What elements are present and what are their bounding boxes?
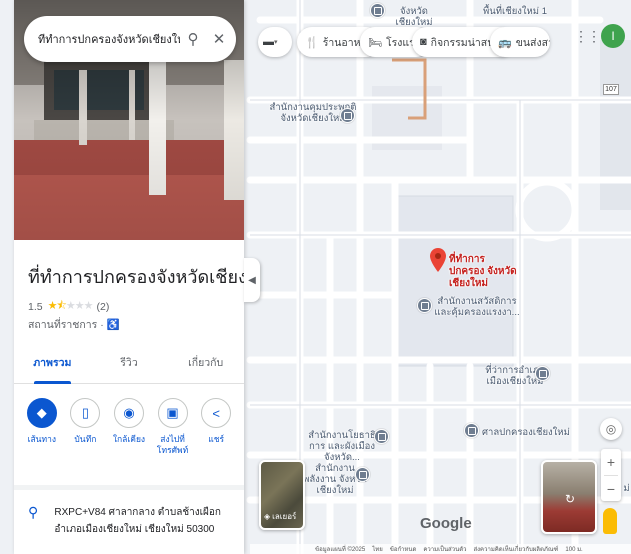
layers-icon: ◈ <box>264 512 271 521</box>
selected-place-pin-icon[interactable] <box>430 248 446 272</box>
collapse-panel-button[interactable]: ◀ <box>244 258 260 302</box>
government-poi-icon[interactable] <box>417 298 432 313</box>
layers-toggle-button[interactable]: ▬ ▾ <box>258 27 292 57</box>
map-footer: ข้อมูลแผนที่ ©2025 ไทย ข้อกำหนด ความเป็น… <box>250 544 631 554</box>
wheelchair-icon: ♿ <box>106 319 120 331</box>
chip-label: ขนส่งสา <box>515 36 550 49</box>
action-buttons: ◆ เส้นทาง ▯ บันทึก ◉ ใกล้เคียง ▣ ส่งไปที… <box>14 398 244 473</box>
street-view-thumbnail[interactable]: ↻ <box>541 460 597 534</box>
layers-label: ◈ เลเยอร์ <box>264 510 296 523</box>
search-icon: ⚲ <box>187 31 199 48</box>
bookmark-icon: ▯ <box>70 398 101 428</box>
road-number-badge: 107 <box>603 84 619 95</box>
camera-icon: ◙ <box>420 36 427 48</box>
share-button[interactable]: < แชร์ <box>194 398 238 473</box>
address-text: RXPC+V84 ศาลากลาง ตำบลช้างเผือก อำเภอเมื… <box>54 507 221 535</box>
my-location-icon: ◎ <box>605 422 617 436</box>
google-logo-text: Google <box>420 515 472 532</box>
share-icon: < <box>201 398 232 428</box>
map-label[interactable]: ศาลปกครองเชียงใหม่ <box>482 427 582 438</box>
layers-text: เลเยอร์ <box>272 512 297 521</box>
zoom-out-button[interactable]: − <box>604 475 618 501</box>
action-label: เส้นทาง <box>27 434 57 444</box>
nearby-button[interactable]: ◉ ใกล้เคียง <box>107 398 151 473</box>
footer-language[interactable]: ไทย <box>372 544 383 554</box>
government-poi-icon[interactable] <box>340 108 355 123</box>
tab-overview[interactable]: ภาพรวม <box>14 342 91 384</box>
rating-value: 1.5 <box>28 300 43 313</box>
restaurant-icon: 🍴 <box>305 36 319 49</box>
star-rating-icon: ★⯪★★★ <box>47 300 94 312</box>
zoom-controls: + − <box>601 449 621 501</box>
transit-icon: 🚌 <box>498 36 512 49</box>
my-location-button[interactable]: ◎ <box>600 418 622 440</box>
footer-imagery[interactable]: ข้อมูลแผนที่ ©2025 <box>315 544 365 554</box>
map-label[interactable]: สำนักงานสวัสดิการ และคุ้มครองแรงงา... <box>432 296 522 318</box>
government-poi-icon[interactable] <box>355 467 370 482</box>
review-count[interactable]: (2) <box>97 301 110 313</box>
place-panel: ที่ทำการปกครองจังหวัดเชียงใหม่ 1.5 ★⯪★★★… <box>14 0 244 554</box>
government-poi-icon[interactable] <box>374 429 389 444</box>
chevron-left-icon: ◀ <box>248 274 256 286</box>
close-button[interactable]: ✕ <box>206 26 232 52</box>
section-divider <box>14 485 244 490</box>
transit-layer-icon: ▬ <box>263 36 274 48</box>
action-label: แชร์ <box>208 434 225 444</box>
zoom-in-button[interactable]: + <box>607 449 615 475</box>
search-input[interactable] <box>38 33 180 45</box>
dropdown-arrow-icon: ▾ <box>274 39 278 46</box>
hotel-icon: 🛏 <box>368 36 382 49</box>
chip-transit[interactable]: 🚌ขนส่งสา› <box>490 27 550 57</box>
location-pin-icon: ⚲ <box>28 504 39 520</box>
rating-row[interactable]: 1.5 ★⯪★★★ (2) <box>28 297 109 316</box>
map-label[interactable]: จังหวัดเชียงใหม่ <box>384 6 444 28</box>
map-label[interactable]: พื้นที่เชียงใหม่ 1 <box>480 6 550 17</box>
send-to-phone-icon: ▣ <box>157 398 188 428</box>
street-view-pegman-icon[interactable] <box>603 508 617 534</box>
search-box: ⚲ ✕ <box>24 16 236 62</box>
place-category: สถานที่ราชการ · ♿ <box>28 316 120 333</box>
tab-about[interactable]: เกี่ยวกับ <box>167 342 244 383</box>
search-button[interactable]: ⚲ <box>180 26 206 52</box>
address-row[interactable]: ⚲ RXPC+V84 ศาลากลาง ตำบลช้างเผือก อำเภอเ… <box>28 504 240 538</box>
account-avatar[interactable]: I <box>601 24 625 48</box>
government-poi-icon[interactable] <box>535 366 550 381</box>
action-label: ส่งไปที่โทรศัพท์ <box>156 434 189 455</box>
government-poi-icon[interactable] <box>464 423 479 438</box>
rotate-360-icon: ↻ <box>565 492 576 506</box>
google-logo: Google <box>420 515 472 532</box>
government-poi-icon[interactable] <box>370 3 385 18</box>
place-tabs: ภาพรวม รีวิว เกี่ยวกับ <box>14 342 244 384</box>
action-label: ใกล้เคียง <box>112 434 146 444</box>
place-title: ที่ทำการปกครองจังหวัดเชียงใหม่ <box>28 267 244 287</box>
footer-scale[interactable]: 100 ม. <box>565 544 582 554</box>
nearby-icon: ◉ <box>113 398 144 428</box>
send-to-phone-button[interactable]: ▣ ส่งไปที่โทรศัพท์ <box>151 398 195 473</box>
close-icon: ✕ <box>212 31 226 48</box>
directions-button[interactable]: ◆ เส้นทาง <box>20 398 64 473</box>
action-label: บันทึก <box>74 434 97 444</box>
footer-terms[interactable]: ข้อกำหนด <box>390 544 417 554</box>
layers-thumbnail-button[interactable]: ◈ เลเยอร์ <box>259 460 305 530</box>
footer-privacy[interactable]: ความเป็นส่วนตัว <box>423 544 466 554</box>
selected-place-label[interactable]: ที่ทำการปกครอง จังหวัดเชียงใหม่ <box>449 254 519 290</box>
directions-icon: ◆ <box>26 398 57 428</box>
category-text: สถานที่ราชการ · <box>28 319 104 331</box>
footer-feedback[interactable]: ส่งความคิดเห็นเกี่ยวกับผลิตภัณฑ์ <box>473 544 558 554</box>
map-label[interactable]: สำนักงานโยธาธิการ และผังเมือง จังหวัด... <box>302 430 382 463</box>
tab-reviews[interactable]: รีวิว <box>91 342 168 383</box>
save-button[interactable]: ▯ บันทึก <box>64 398 108 473</box>
